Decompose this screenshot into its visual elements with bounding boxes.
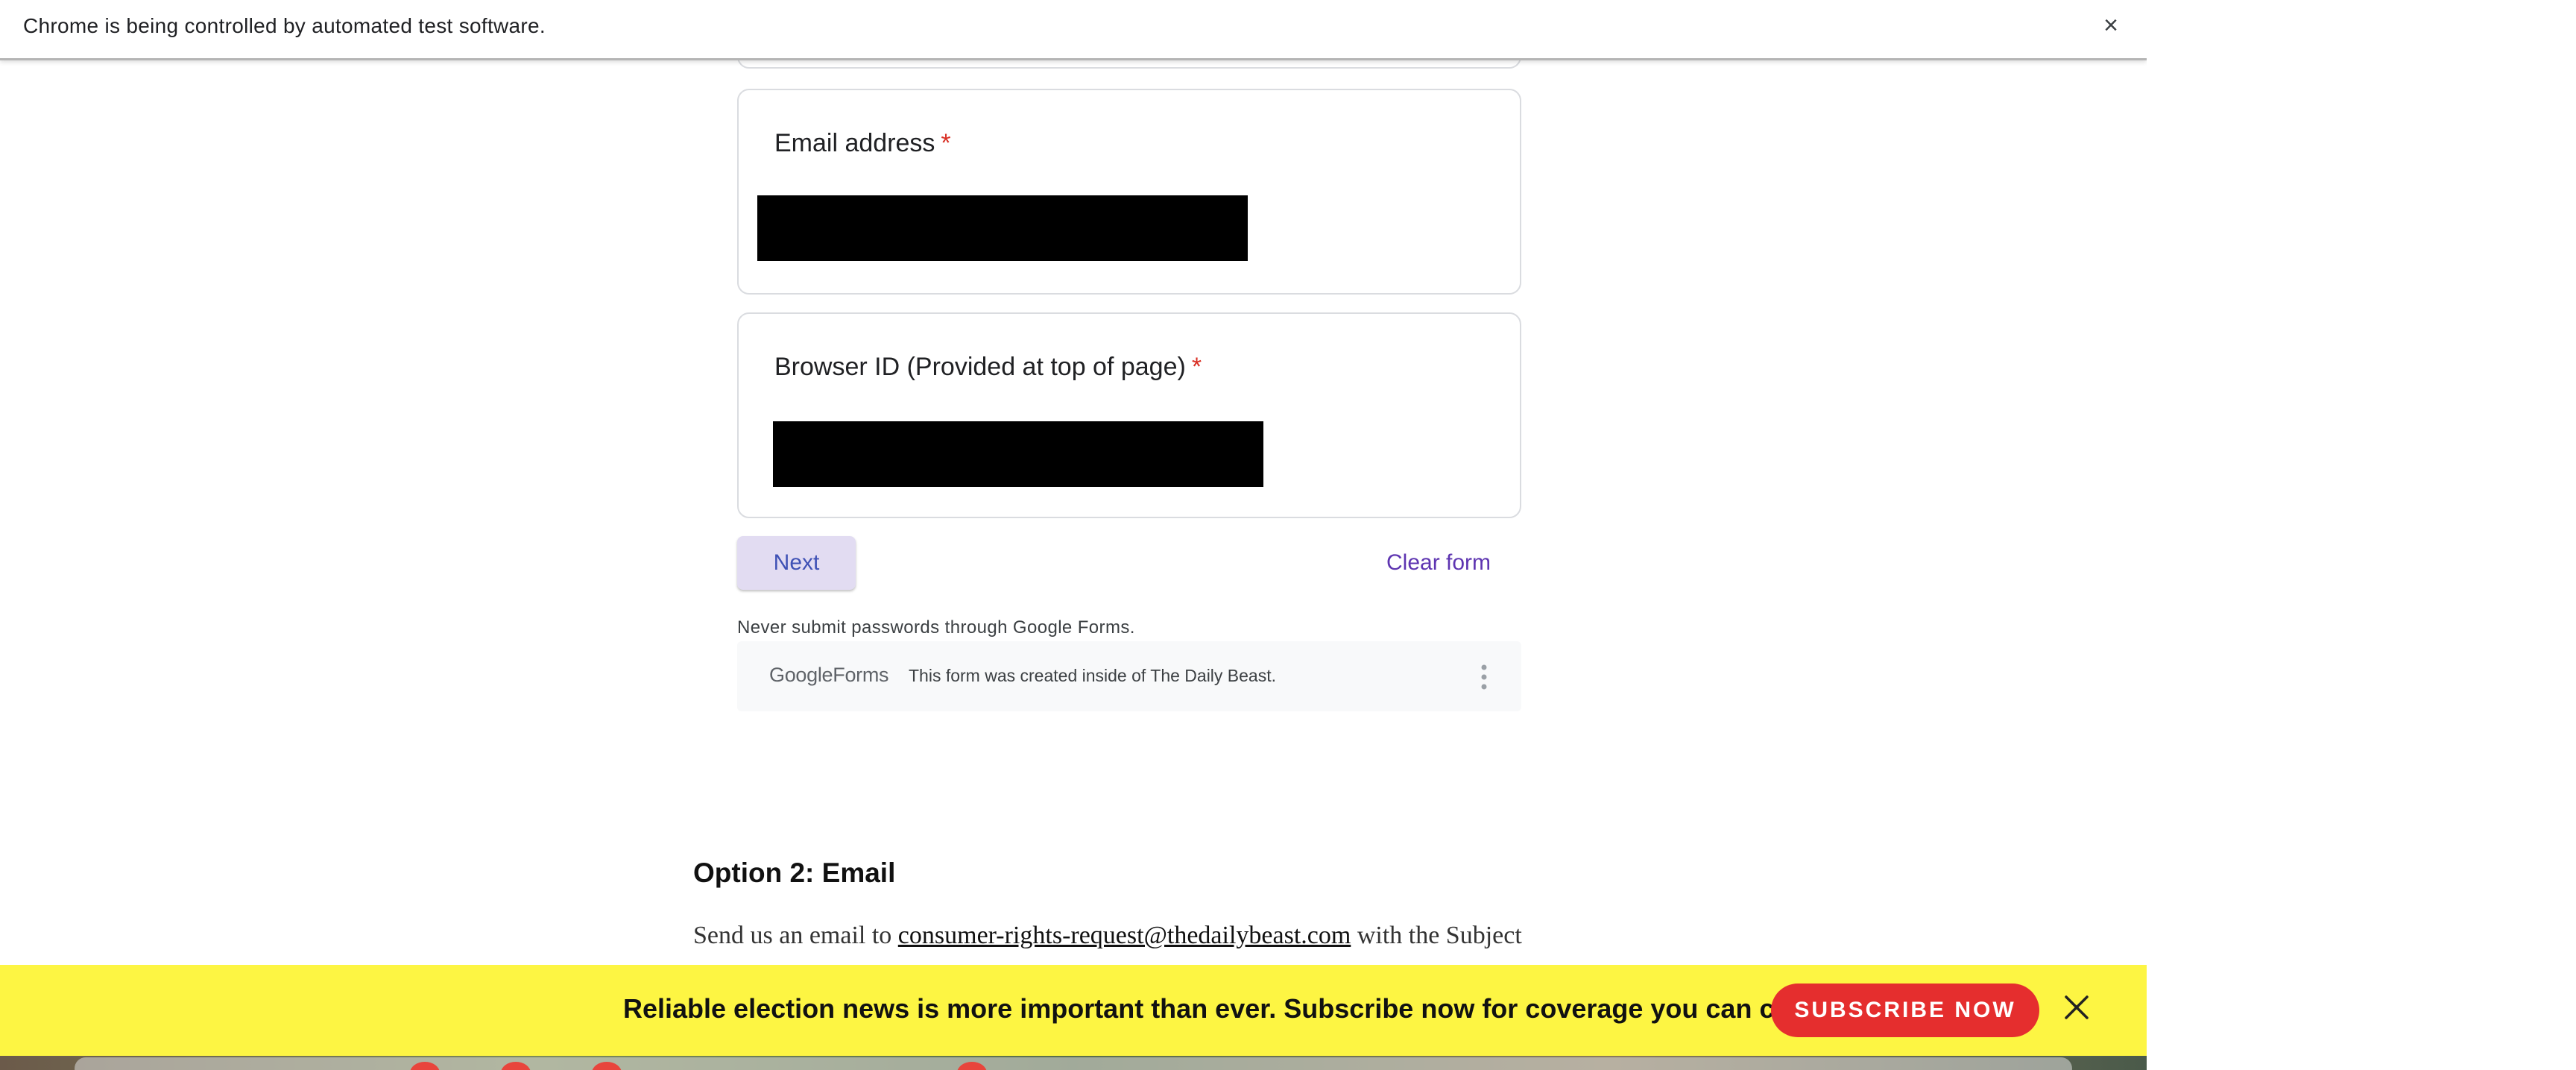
subscribe-now-button[interactable]: SUBSCRIBE NOW — [1771, 984, 2039, 1037]
option-2-heading: Option 2: Email — [693, 857, 896, 888]
form-origin-note: This form was created inside of The Dail… — [909, 666, 1277, 685]
logo-google-text: Google — [769, 664, 833, 686]
instructions-suffix: with the Subject — [1351, 922, 1522, 949]
instructions-prefix: Send us an email to — [693, 922, 898, 949]
infobar-message: Chrome is being controlled by automated … — [23, 14, 546, 37]
clear-form-button[interactable]: Clear form — [1386, 544, 1528, 582]
close-icon[interactable] — [2062, 992, 2092, 1022]
logo-forms-text: Forms — [833, 664, 889, 686]
browser-id-question-card: Browser ID (Provided at top of page) * — [737, 312, 1521, 518]
blank-area — [2147, 0, 2576, 1070]
email-question-text: Email address — [774, 129, 935, 157]
subscribe-banner: Reliable election news is more important… — [0, 965, 2147, 1056]
email-input[interactable] — [757, 195, 1248, 261]
required-marker: * — [1191, 353, 1202, 381]
google-forms-logo[interactable]: GoogleForms — [769, 664, 889, 687]
browser-id-question-label: Browser ID (Provided at top of page) * — [774, 353, 1202, 382]
automation-infobar: Chrome is being controlled by automated … — [0, 0, 2147, 60]
email-instructions: Send us an email to consumer-rights-requ… — [693, 922, 1522, 950]
consumer-rights-email-link[interactable]: consumer-rights-request@thedailybeast.co… — [898, 922, 1351, 949]
google-forms-footer: GoogleForms This form was created inside… — [737, 641, 1521, 711]
required-marker: * — [941, 129, 951, 157]
close-icon[interactable]: × — [2096, 10, 2126, 40]
bottom-bar — [75, 1057, 2072, 1070]
browser-id-question-text: Browser ID (Provided at top of page) — [774, 353, 1186, 381]
browser-id-input[interactable] — [773, 421, 1263, 487]
subscribe-message: Reliable election news is more important… — [623, 993, 1881, 1024]
email-question-card: Email address * — [737, 89, 1521, 295]
more-options-icon[interactable] — [1480, 664, 1489, 690]
next-button[interactable]: Next — [737, 536, 856, 590]
browser-viewport: Chrome is being controlled by automated … — [0, 0, 2147, 1070]
password-warning: Never submit passwords through Google Fo… — [737, 617, 1135, 638]
email-question-label: Email address * — [774, 129, 951, 158]
